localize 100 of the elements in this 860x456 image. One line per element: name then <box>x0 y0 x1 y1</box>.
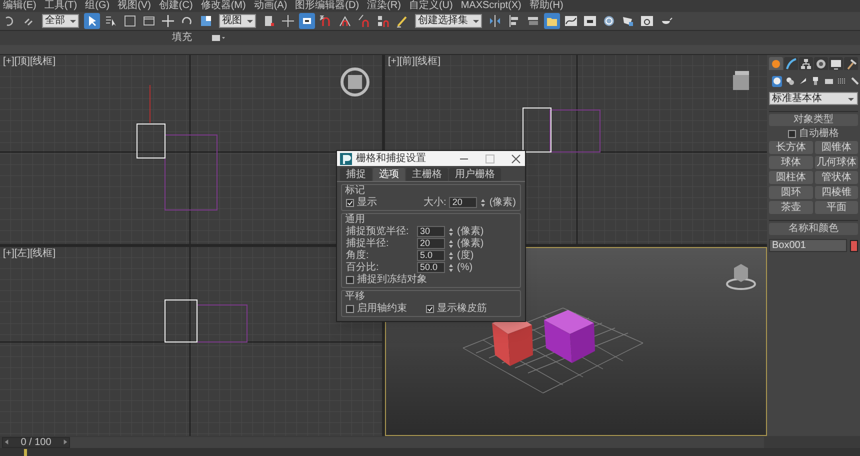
viewcube-icon[interactable] <box>726 264 756 290</box>
checkbox[interactable] <box>346 276 354 284</box>
spinner-arrows-icon[interactable] <box>480 198 486 208</box>
curve-icon[interactable] <box>785 58 797 70</box>
dialog-tab[interactable]: 用户栅格 <box>449 168 501 181</box>
curve-editor-icon[interactable] <box>564 14 578 28</box>
spheres-icon[interactable] <box>785 76 795 86</box>
percent-snap-icon[interactable] <box>357 14 371 28</box>
checkbox[interactable] <box>788 130 796 138</box>
viewport-label[interactable]: [+][左][线框] <box>3 248 56 259</box>
menu-item[interactable]: 图形编辑器(D) <box>295 0 360 12</box>
light-icon[interactable] <box>798 76 808 86</box>
time-slider-thumb[interactable]: 0 / 100 <box>2 436 70 448</box>
object-button[interactable]: 管状体 <box>814 171 858 184</box>
object-button[interactable]: 圆环 <box>769 186 812 199</box>
dropdown-icon[interactable] <box>212 34 226 42</box>
dropdown-field[interactable]: 视图 <box>219 14 256 28</box>
left-arrow-icon[interactable] <box>4 438 9 446</box>
checkbox-label: 捕捉到冻结对象 <box>357 274 427 285</box>
scale-icon[interactable] <box>199 14 213 28</box>
number-field[interactable]: 20 <box>417 238 445 249</box>
viewcube-icon[interactable] <box>733 71 749 90</box>
window-select-icon[interactable] <box>142 14 156 28</box>
menu-item[interactable]: 修改器(M) <box>200 0 246 12</box>
wrench-icon[interactable] <box>850 76 860 86</box>
frame-window-icon[interactable] <box>640 14 654 28</box>
number-field[interactable]: 20 <box>449 197 478 208</box>
menu-item[interactable]: 组(G) <box>85 0 110 12</box>
checkbox-label: 自动栅格 <box>799 128 839 139</box>
viewport-label[interactable]: [+][顶][线框] <box>3 56 56 67</box>
spinner-snap-icon[interactable] <box>376 14 390 28</box>
spinner-arrows-icon[interactable] <box>448 238 454 248</box>
unit-label: (像素) <box>489 197 516 208</box>
ribbon-label[interactable]: 填充 <box>172 32 192 44</box>
close-icon[interactable] <box>511 154 521 164</box>
box-drawing[interactable] <box>544 310 595 363</box>
rectangle-select-icon[interactable] <box>123 14 137 28</box>
name-field[interactable]: Box001 <box>769 239 847 252</box>
number-field[interactable]: 30 <box>417 226 445 237</box>
dots-icon[interactable] <box>837 76 847 86</box>
hierarchy-icon[interactable] <box>800 58 812 70</box>
hammer-icon[interactable] <box>845 58 857 70</box>
object-button[interactable]: 茶壶 <box>769 201 812 214</box>
menu-item[interactable]: 编辑(E) <box>3 0 36 12</box>
object-button[interactable]: 平面 <box>814 201 858 214</box>
dialog-tab[interactable]: 主栅格 <box>406 168 448 181</box>
field-label: 百分比: <box>346 262 380 273</box>
sphere-icon[interactable] <box>772 76 782 86</box>
number-field[interactable]: 5.0 <box>417 250 445 261</box>
right-arrow-icon[interactable] <box>63 438 68 446</box>
dropdown-field[interactable]: 全部 <box>42 14 79 28</box>
menu-item[interactable]: 帮助(H) <box>529 0 564 12</box>
object-button[interactable]: 长方体 <box>769 141 812 154</box>
layers-icon[interactable] <box>526 14 540 28</box>
move-axis-icon[interactable] <box>281 14 295 28</box>
time-slider-track[interactable]: 0 / 100 <box>2 436 764 448</box>
number-field[interactable]: 50.0 <box>417 262 445 273</box>
object-button[interactable]: 几何球体 <box>814 156 858 169</box>
rollout-header[interactable]: 对象类型 <box>769 114 858 126</box>
pivot-icon[interactable] <box>262 14 276 28</box>
box-icon[interactable] <box>824 76 834 86</box>
render-setup-icon[interactable] <box>621 14 635 28</box>
viewport-label[interactable]: [+][前][线框] <box>388 56 441 67</box>
checkbox[interactable] <box>346 304 354 312</box>
checkbox-label: 启用轴约束 <box>357 303 407 314</box>
snap-3d-icon[interactable] <box>319 14 333 28</box>
dialog-tab[interactable]: 选项 <box>373 168 405 181</box>
time-marker[interactable] <box>24 448 27 456</box>
group-title: 通用 <box>345 214 366 225</box>
object-button[interactable]: 四棱锥 <box>814 186 858 199</box>
menu-item[interactable]: MAXScript(X) <box>460 0 522 12</box>
rollout-header[interactable]: 名称和颜色 <box>769 223 858 235</box>
menu-item[interactable]: 工具(T) <box>44 0 78 12</box>
spinner-arrows-icon[interactable] <box>448 226 454 236</box>
spinner-arrows-icon[interactable] <box>448 262 454 272</box>
motion-icon[interactable] <box>815 58 827 70</box>
schematic-icon[interactable] <box>583 14 597 28</box>
align-icon[interactable] <box>507 14 521 28</box>
monitor-icon[interactable] <box>830 58 842 70</box>
checkbox[interactable] <box>426 304 434 312</box>
sphere-icon[interactable] <box>602 14 616 28</box>
angle-snap-icon[interactable] <box>338 14 352 28</box>
object-button[interactable]: 圆锥体 <box>814 141 858 154</box>
list-cursor-icon[interactable] <box>104 14 118 28</box>
move-icon[interactable] <box>161 14 175 28</box>
menu-item[interactable]: 创建(C) <box>158 0 193 12</box>
color-swatch[interactable] <box>850 240 858 252</box>
viewcube-icon[interactable] <box>340 68 370 96</box>
dropdown-field[interactable]: 创建选择集 <box>415 14 482 28</box>
dialog-tab[interactable]: 捕捉 <box>340 168 372 181</box>
pencil-icon[interactable] <box>395 14 409 28</box>
menu-item[interactable]: 视图(V) <box>118 0 151 12</box>
checkbox[interactable] <box>346 198 354 206</box>
mirror-icon[interactable] <box>488 14 502 28</box>
menu-item[interactable]: 动画(A) <box>254 0 288 12</box>
object-button[interactable]: 圆柱体 <box>769 171 812 184</box>
spinner-arrows-icon[interactable] <box>448 250 454 260</box>
dropdown-field[interactable]: 标准基本体 <box>769 92 858 105</box>
object-button[interactable]: 球体 <box>769 156 812 169</box>
camera-icon[interactable] <box>811 76 821 86</box>
